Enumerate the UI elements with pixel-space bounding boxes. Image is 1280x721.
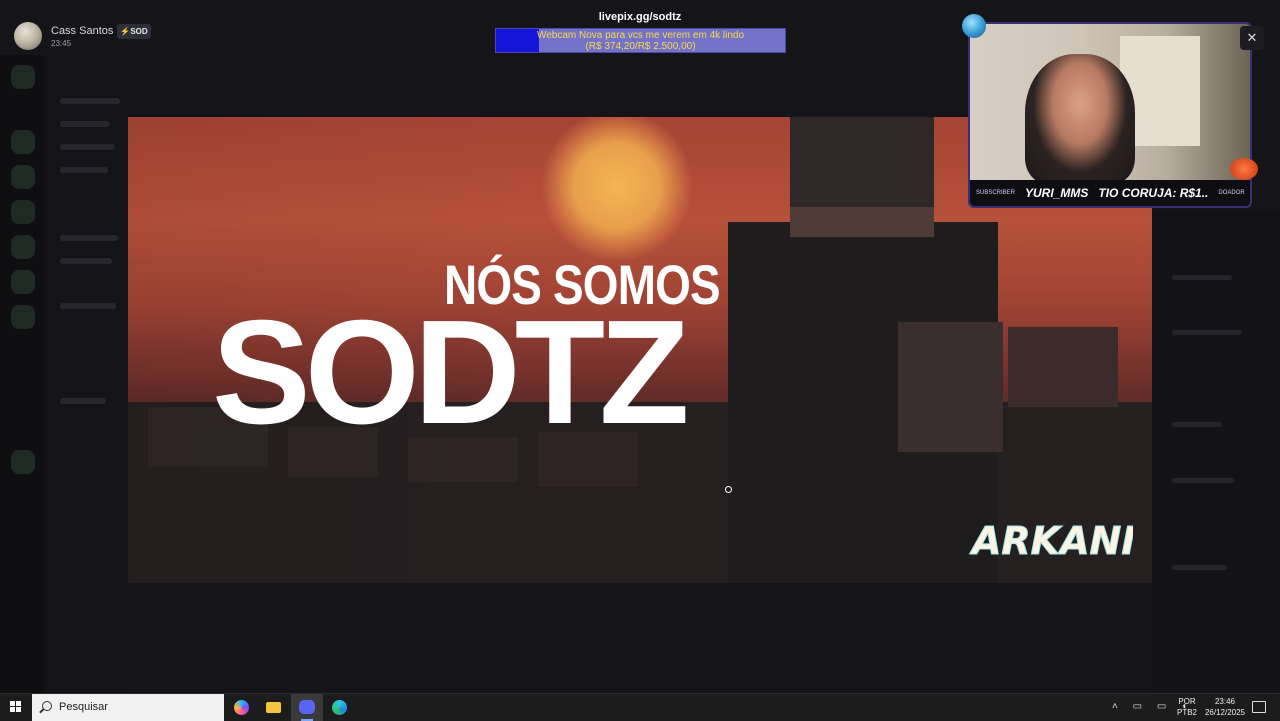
member-item[interactable]: [1172, 422, 1222, 427]
video-title-line2: SODTZ: [212, 290, 690, 455]
channel-item[interactable]: [60, 167, 108, 173]
language-code: POR: [1178, 697, 1196, 706]
channel-item[interactable]: [60, 121, 110, 127]
server-icon[interactable]: [11, 200, 35, 224]
avatar: [14, 22, 42, 50]
notification-icon[interactable]: [1252, 701, 1266, 713]
search-icon: [42, 701, 52, 711]
user-time: 23:45: [51, 39, 72, 48]
donor-name: TIO CORUJA: R$1..: [1098, 186, 1209, 200]
windows-start-icon[interactable]: [10, 701, 22, 713]
server-icon[interactable]: [11, 165, 35, 189]
arkanis-logo-text: ARKANIS: [969, 519, 1133, 563]
livepix-goal-bar: Webcam Nova para vcs me verem em 4k lind…: [495, 28, 786, 53]
close-icon[interactable]: ✕: [1240, 26, 1264, 50]
user-name: Cass Santos: [51, 25, 114, 37]
user-badge: ⚡SOD: [117, 24, 151, 39]
discord-app[interactable]: [291, 694, 323, 721]
discord-icon: [299, 700, 315, 714]
user-name-row: Cass Santos ⚡SOD: [51, 24, 151, 39]
server-rail: [0, 55, 44, 693]
donate-label: DOADOR: [1218, 189, 1245, 196]
channel-list: [44, 55, 128, 693]
edge-app[interactable]: [324, 694, 356, 721]
channel-item[interactable]: [60, 98, 120, 104]
search-placeholder: Pesquisar: [59, 701, 108, 713]
keyboard-layout: PTB2: [1177, 708, 1198, 717]
channel-item[interactable]: [60, 235, 118, 241]
livepix-goal-title: Webcam Nova para vcs me verem em 4k lind…: [536, 30, 745, 41]
server-icon[interactable]: [11, 65, 35, 89]
folder-icon: [266, 702, 281, 713]
clock-time: 23:46: [1214, 697, 1236, 706]
server-icon[interactable]: [11, 450, 35, 474]
member-item[interactable]: [1172, 565, 1227, 570]
clock-date: 26/12/2025: [1204, 708, 1246, 717]
member-item[interactable]: [1172, 478, 1234, 483]
globe-icon: [962, 14, 986, 38]
subscriber-label: SUBSCRIBER: [976, 189, 1016, 196]
server-icon[interactable]: [11, 305, 35, 329]
livepix-goal-text: Webcam Nova para vcs me verem em 4k lind…: [496, 29, 785, 52]
member-item[interactable]: [1172, 275, 1232, 280]
webcam-overlay[interactable]: SUBSCRIBER YURI_MMS TIO CORUJA: R$1.. DO…: [968, 22, 1252, 208]
streamer-user: Cass Santos ⚡SOD 23:45: [14, 22, 151, 50]
livepix-url: livepix.gg/sodtz: [598, 11, 682, 23]
edge-icon: [332, 700, 347, 715]
webcam-person: [1025, 54, 1135, 184]
member-list: [1152, 210, 1280, 693]
taskbar-clock[interactable]: 23:46 26/12/2025: [1200, 696, 1250, 718]
livepix-goal-amount: (R$ 374,20/R$ 2.500,00): [585, 41, 696, 52]
channel-item[interactable]: [60, 303, 116, 309]
channel-item[interactable]: [60, 144, 115, 150]
language-indicator[interactable]: POR PTB2: [1177, 696, 1197, 718]
server-icon[interactable]: [11, 235, 35, 259]
copilot-app[interactable]: [226, 694, 258, 721]
server-icon[interactable]: [11, 270, 35, 294]
planet-icon: [1230, 158, 1258, 180]
server-icon[interactable]: [11, 130, 35, 154]
arkanis-logo: ARKANIS: [969, 519, 1134, 564]
mouse-cursor: [725, 486, 732, 493]
copilot-icon: [234, 700, 249, 715]
member-item[interactable]: [1172, 330, 1242, 335]
webcam-alert-bar: SUBSCRIBER YURI_MMS TIO CORUJA: R$1.. DO…: [970, 180, 1250, 206]
channel-item[interactable]: [60, 398, 106, 404]
windows-taskbar: Pesquisar ˄ ▭ ▭ ◖ POR PTB2 23:46 26/12/2…: [0, 693, 1280, 721]
subscriber-name: YURI_MMS: [1025, 186, 1089, 200]
channel-item[interactable]: [60, 258, 112, 264]
file-explorer-app[interactable]: [258, 694, 290, 721]
taskbar-search[interactable]: Pesquisar: [32, 694, 224, 721]
